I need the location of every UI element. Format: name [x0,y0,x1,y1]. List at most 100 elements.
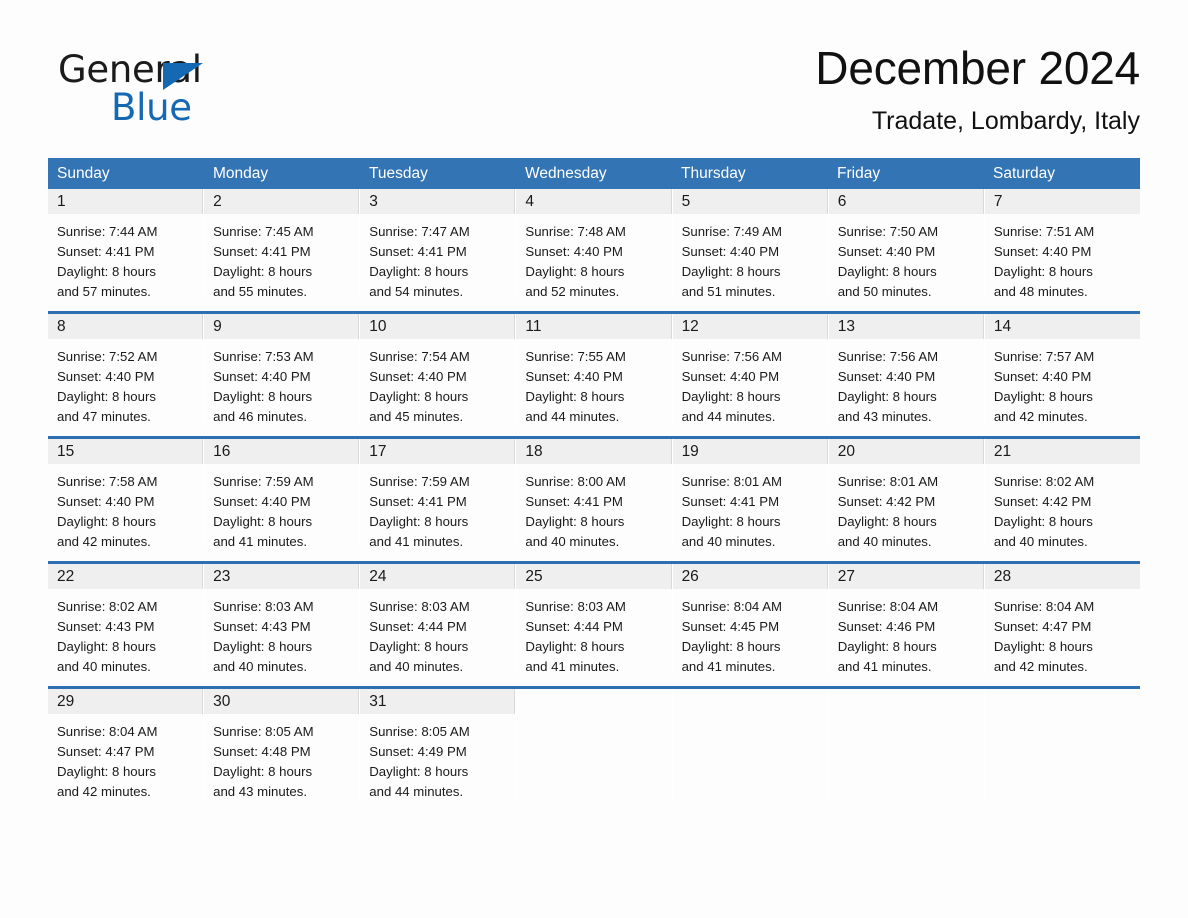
sunset-text: Sunset: 4:40 PM [57,494,155,509]
day-number [984,689,1140,714]
calendar-day-cell[interactable]: 29 Sunrise: 8:04 AM Sunset: 4:47 PM Dayligh… [48,689,205,799]
daylight-line1-text: Daylight: 8 hours [213,764,313,779]
sunrise-text: Sunrise: 7:59 AM [369,474,470,489]
sunrise-text: Sunrise: 7:56 AM [837,349,939,364]
day-details: Sunrise: 8:04 AM Sunset: 4:46 PM Daylight:… [829,589,984,677]
calendar-day-cell[interactable]: 6 Sunrise: 7:50 AM Sunset: 4:40 PM Daylight… [828,189,985,299]
sunset-text: Sunset: 4:43 PM [57,619,155,634]
calendar-day-cell[interactable]: 26 Sunrise: 8:04 AM Sunset: 4:45 PM Dayligh… [672,564,829,674]
calendar-day-cell[interactable]: 20 Sunrise: 8:01 AM Sunset: 4:42 PM Dayligh… [828,439,985,549]
day-details: Sunrise: 7:49 AM Sunset: 4:40 PM Daylight:… [673,214,828,302]
calendar-day-cell[interactable]: 7 Sunrise: 7:51 AM Sunset: 4:40 PM Daylight… [984,189,1140,299]
day-details [516,714,671,722]
day-details: Sunrise: 7:56 AM Sunset: 4:40 PM Daylight:… [673,339,828,427]
daylight-line2-text: and 41 minutes. [681,659,776,674]
calendar-day-cell[interactable]: 12 Sunrise: 7:56 AM Sunset: 4:40 PM Dayligh… [672,314,829,427]
day-details: Sunrise: 7:53 AM Sunset: 4:40 PM Daylight:… [204,339,359,427]
daylight-line1-text: Daylight: 8 hours [681,389,781,404]
calendar-week-row: 29 Sunrise: 8:04 AM Sunset: 4:47 PM Dayligh… [48,686,1140,799]
sunset-text: Sunset: 4:42 PM [993,494,1092,509]
day-number: 21 [984,439,1140,464]
day-number: 30 [204,689,360,714]
calendar-day-cell-empty [828,689,985,799]
day-number: 17 [360,439,516,464]
daylight-line2-text: and 42 minutes. [57,784,151,799]
daylight-line1-text: Daylight: 8 hours [681,639,781,654]
daylight-line1-text: Daylight: 8 hours [213,639,313,654]
calendar-day-cell[interactable]: 19 Sunrise: 8:01 AM Sunset: 4:41 PM Dayligh… [672,439,829,552]
calendar-day-cell[interactable]: 8 Sunrise: 7:52 AM Sunset: 4:40 PM Daylight… [48,314,205,424]
calendar-day-cell[interactable]: 10 Sunrise: 7:54 AM Sunset: 4:40 PM Dayligh… [360,314,517,424]
weekday-header-friday: Friday [837,165,881,182]
calendar-day-cell[interactable]: 27 Sunrise: 8:04 AM Sunset: 4:46 PM Dayligh… [828,564,985,677]
calendar-day-cell[interactable]: 16 Sunrise: 7:59 AM Sunset: 4:40 PM Dayligh… [204,439,361,549]
calendar-week-row: 1 Sunrise: 7:44 AM Sunset: 4:41 PM Daylight… [48,189,1140,299]
daylight-line2-text: and 43 minutes. [837,409,932,424]
calendar-day-cell[interactable]: 28 Sunrise: 8:04 AM Sunset: 4:47 PM Dayligh… [984,564,1140,674]
sunset-text: Sunset: 4:46 PM [837,619,936,634]
sunset-text: Sunset: 4:47 PM [57,744,155,759]
sunset-text: Sunset: 4:43 PM [213,619,311,634]
daylight-line1-text: Daylight: 8 hours [57,389,156,404]
daylight-line2-text: and 42 minutes. [993,409,1088,424]
calendar-day-cell[interactable]: 21 Sunrise: 8:02 AM Sunset: 4:42 PM Dayligh… [984,439,1140,549]
calendar-day-cell[interactable]: 5 Sunrise: 7:49 AM Sunset: 4:40 PM Daylight… [672,189,829,302]
daylight-line1-text: Daylight: 8 hours [369,639,469,654]
calendar-day-cell[interactable]: 1 Sunrise: 7:44 AM Sunset: 4:41 PM Daylight… [48,189,205,302]
calendar-day-cell[interactable]: 15 Sunrise: 7:58 AM Sunset: 4:40 PM Dayligh… [48,439,205,549]
calendar-day-cell[interactable]: 17 Sunrise: 7:59 AM Sunset: 4:41 PM Dayligh… [360,439,517,549]
calendar-day-cell[interactable]: 24 Sunrise: 8:03 AM Sunset: 4:44 PM Dayligh… [360,564,517,674]
day-number: 16 [204,439,360,464]
calendar-day-cell[interactable]: 11 Sunrise: 7:55 AM Sunset: 4:40 PM Dayligh… [516,314,673,424]
weekday-header-tuesday: Tuesday [369,165,428,182]
day-details: Sunrise: 7:48 AM Sunset: 4:40 PM Daylight:… [516,214,671,302]
sunset-text: Sunset: 4:44 PM [525,619,623,634]
daylight-line2-text: and 40 minutes. [837,534,932,549]
calendar-day-cell[interactable]: 18 Sunrise: 8:00 AM Sunset: 4:41 PM Dayligh… [516,439,673,552]
calendar-day-cell[interactable]: 14 Sunrise: 7:57 AM Sunset: 4:40 PM Dayligh… [984,314,1140,424]
sunrise-text: Sunrise: 7:50 AM [837,224,939,239]
day-details: Sunrise: 8:05 AM Sunset: 4:48 PM Daylight:… [204,714,359,802]
sunrise-text: Sunrise: 7:47 AM [369,224,470,239]
calendar-day-cell[interactable]: 13 Sunrise: 7:56 AM Sunset: 4:40 PM Dayligh… [828,314,985,424]
sunset-text: Sunset: 4:40 PM [837,369,936,384]
daylight-line2-text: and 52 minutes. [525,284,620,299]
daylight-line2-text: and 46 minutes. [213,409,307,424]
sunset-text: Sunset: 4:42 PM [837,494,936,509]
page-title: December 2024 [815,42,1140,94]
day-details: Sunrise: 8:01 AM Sunset: 4:41 PM Daylight:… [673,464,828,552]
sunset-text: Sunset: 4:40 PM [213,369,311,384]
sunset-text: Sunset: 4:40 PM [837,244,936,259]
sunrise-text: Sunrise: 8:01 AM [837,474,939,489]
calendar-day-cell[interactable]: 3 Sunrise: 7:47 AM Sunset: 4:41 PM Daylight… [360,189,517,299]
daylight-line1-text: Daylight: 8 hours [57,514,156,529]
day-details [829,714,984,722]
weekday-header-monday: Monday [213,165,269,182]
daylight-line2-text: and 57 minutes. [57,284,151,299]
sunrise-text: Sunrise: 7:51 AM [993,224,1095,239]
day-number: 29 [48,689,204,714]
calendar-day-cell[interactable]: 23 Sunrise: 8:03 AM Sunset: 4:43 PM Dayligh… [204,564,361,674]
calendar-day-cell[interactable]: 9 Sunrise: 7:53 AM Sunset: 4:40 PM Daylight… [204,314,361,427]
calendar-day-cell[interactable]: 30 Sunrise: 8:05 AM Sunset: 4:48 PM Dayligh… [204,689,361,802]
sunset-text: Sunset: 4:41 PM [369,494,467,509]
calendar-day-cell[interactable]: 25 Sunrise: 8:03 AM Sunset: 4:44 PM Dayligh… [516,564,673,674]
sunrise-text: Sunrise: 8:02 AM [993,474,1095,489]
sunset-text: Sunset: 4:47 PM [993,619,1092,634]
calendar-day-cell[interactable]: 31 Sunrise: 8:05 AM Sunset: 4:49 PM Dayligh… [360,689,517,799]
sunrise-text: Sunrise: 8:05 AM [369,724,470,739]
calendar-day-cell[interactable]: 4 Sunrise: 7:48 AM Sunset: 4:40 PM Daylight… [516,189,673,302]
daylight-line1-text: Daylight: 8 hours [837,389,937,404]
day-details: Sunrise: 8:00 AM Sunset: 4:41 PM Daylight:… [516,464,671,552]
calendar-day-cell-empty [672,689,829,799]
day-details: Sunrise: 7:44 AM Sunset: 4:41 PM Daylight:… [48,214,203,302]
calendar-day-cell[interactable]: 22 Sunrise: 8:02 AM Sunset: 4:43 PM Dayligh… [48,564,205,674]
calendar-day-cell-empty [984,689,1140,799]
daylight-line2-text: and 41 minutes. [525,659,620,674]
calendar-day-cell[interactable]: 2 Sunrise: 7:45 AM Sunset: 4:41 PM Daylight… [204,189,361,299]
page-header: General Blue December 2024 Tradate, Lomb… [48,40,1140,150]
sunset-text: Sunset: 4:41 PM [213,244,311,259]
day-number: 8 [48,314,204,339]
sunset-text: Sunset: 4:41 PM [369,244,467,259]
daylight-line2-text: and 55 minutes. [213,284,307,299]
